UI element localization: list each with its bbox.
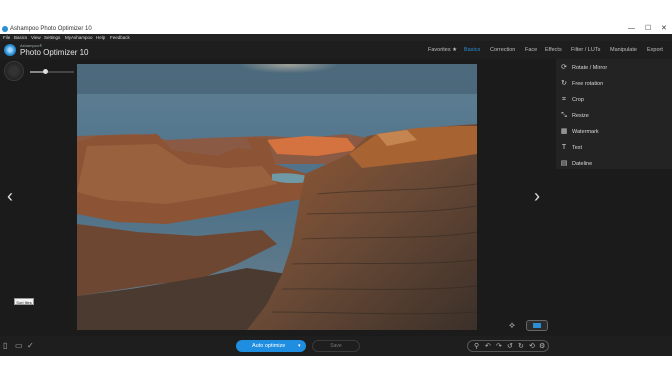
tool-resize[interactable]: ⤡ Resize (556, 109, 672, 123)
save-button[interactable]: Save (312, 340, 360, 352)
next-image-arrow[interactable]: › (534, 187, 540, 205)
app-window: File Basics View Settings MyAshampoo Hel… (0, 34, 672, 356)
redo-icon[interactable]: ↷ (496, 342, 502, 351)
tool-crop[interactable]: ⌗ Crop (556, 93, 672, 107)
tab-basics[interactable]: Basics (464, 47, 480, 53)
menu-help[interactable]: Help (96, 34, 105, 41)
checkmark-icon[interactable]: ✓ (27, 342, 34, 350)
free-rotation-icon: ↻ (561, 80, 567, 87)
single-view-button[interactable] (526, 320, 548, 331)
tab-filter-luts[interactable]: Filter / LUTs (571, 47, 600, 53)
basics-tools-panel: ⟳ Rotate / Mirror ↻ Free rotation ⌗ Crop… (556, 59, 672, 169)
tool-dateline[interactable]: ▤ Dateline (556, 157, 672, 171)
dateline-icon: ▤ (560, 160, 568, 167)
folder-icon[interactable]: ▭ (15, 342, 23, 350)
view-icon (533, 323, 541, 328)
maximize-button[interactable]: ☐ (645, 24, 651, 34)
tooltip: Sort files (14, 298, 34, 305)
menu-myashampoo[interactable]: MyAshampoo (65, 34, 93, 41)
tool-label: Rotate / Mirror (572, 65, 608, 71)
zoom-slider-knob[interactable] (42, 69, 48, 74)
tool-label: Watermark (572, 129, 599, 135)
app-logo (4, 44, 16, 56)
close-button[interactable]: ✕ (661, 24, 667, 34)
tab-effects[interactable]: Effects (545, 47, 562, 53)
app-icon (2, 26, 8, 32)
crop-icon: ⌗ (562, 96, 566, 103)
menu-bar: File Basics View Settings MyAshampoo Hel… (0, 34, 672, 41)
settings-icon[interactable]: ⚙ (539, 342, 545, 351)
window-titlebar: Ashampoo Photo Optimizer 10 — ☐ ✕ (0, 24, 672, 34)
tab-correction[interactable]: Correction (490, 47, 515, 53)
tool-rotate-mirror[interactable]: ⟳ Rotate / Mirror (556, 61, 672, 75)
rotate-right-icon[interactable]: ↻ (518, 342, 524, 351)
file-icon[interactable]: ▯ (3, 342, 7, 350)
chevron-down-icon[interactable]: ▾ (298, 340, 301, 352)
menu-basics[interactable]: Basics (14, 34, 27, 41)
previous-image-arrow[interactable]: ‹ (7, 187, 13, 205)
menu-settings[interactable]: Settings (44, 34, 60, 41)
tool-label: Dateline (572, 161, 593, 167)
tab-face[interactable]: Face (525, 47, 537, 53)
compare-icon[interactable]: ⟡ (509, 320, 515, 331)
menu-feedback[interactable]: Feedback (110, 34, 130, 41)
tool-text[interactable]: T Text (556, 141, 672, 155)
tool-watermark[interactable]: ▦ Watermark (556, 125, 672, 139)
tool-label: Resize (572, 113, 589, 119)
tool-free-rotation[interactable]: ↻ Free rotation (556, 77, 672, 91)
bottom-bar: ▯ ▭ ✓ Auto optimize ▾ Save ⚲ ↶ ↷ ↺ ↻ ⟲ ⚙ (0, 336, 672, 356)
text-icon: T (561, 144, 567, 151)
tool-label: Text (572, 145, 583, 151)
app-header: Ashampoo® Photo Optimizer 10 Favorites ★… (0, 41, 672, 59)
tab-favorites[interactable]: Favorites ★ (428, 47, 457, 53)
resize-icon: ⤡ (561, 112, 567, 119)
rotate-left-icon[interactable]: ↺ (507, 342, 513, 351)
magic-wand-icon[interactable]: ⚲ (474, 342, 479, 351)
tool-label: Crop (572, 97, 584, 103)
tool-label: Free rotation (572, 81, 604, 87)
minimize-button[interactable]: — (628, 24, 635, 34)
window-title: Ashampoo Photo Optimizer 10 (10, 26, 92, 32)
zoom-slider[interactable] (30, 71, 74, 73)
menu-view[interactable]: View (31, 34, 41, 41)
brand-name: Photo Optimizer 10 (20, 48, 89, 57)
navigation-dial[interactable] (4, 61, 24, 81)
reset-icon[interactable]: ⟲ (529, 342, 535, 351)
auto-optimize-label: Auto optimize (252, 343, 286, 349)
menu-file[interactable]: File (3, 34, 10, 41)
edit-tools-group: ⚲ ↶ ↷ ↺ ↻ ⟲ ⚙ (467, 340, 549, 352)
canyon-photo (77, 64, 477, 330)
rotate-mirror-icon: ⟳ (561, 64, 567, 71)
tab-export[interactable]: Export (647, 47, 663, 53)
auto-optimize-button[interactable]: Auto optimize ▾ (236, 340, 306, 352)
watermark-icon: ▦ (560, 128, 568, 135)
tab-manipulate[interactable]: Manipulate (610, 47, 637, 53)
photo-preview (77, 64, 477, 330)
undo-icon[interactable]: ↶ (485, 342, 491, 351)
